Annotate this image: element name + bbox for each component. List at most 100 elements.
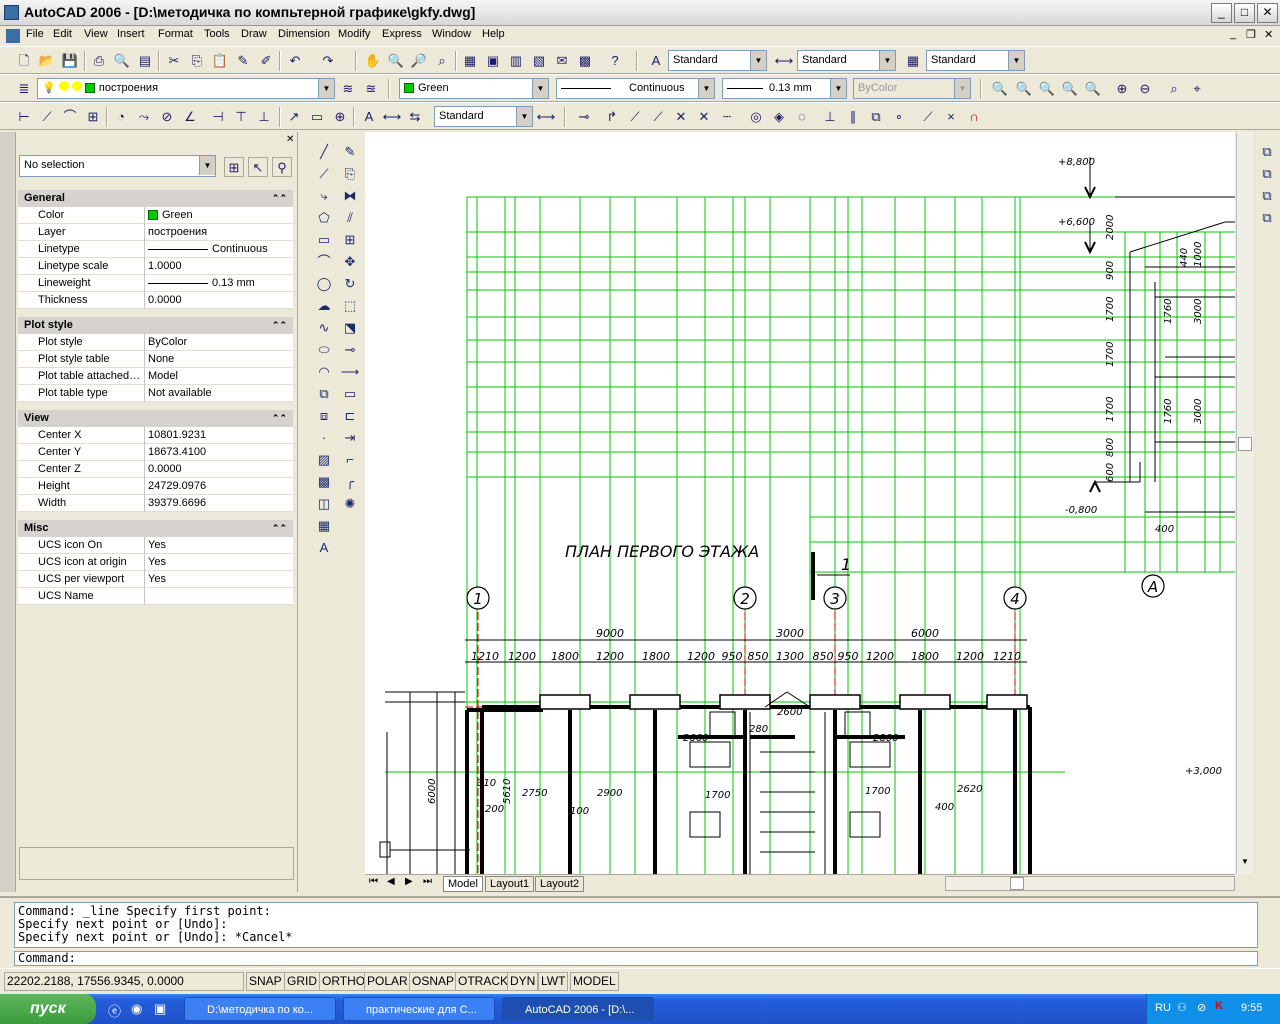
insert-block-icon[interactable]: ⧉	[313, 384, 335, 404]
prop-row[interactable]: Height 24729.0976	[18, 478, 293, 495]
linetype-select[interactable]: Continuous ▼	[556, 78, 715, 99]
design-center-icon[interactable]: ▣	[483, 51, 503, 71]
snap-nearest-icon[interactable]: ⟋	[918, 107, 938, 127]
zoom-all-icon[interactable]: ⌕	[1164, 79, 1184, 99]
mtext-icon[interactable]: A	[313, 538, 335, 558]
quick-select-icon[interactable]: ⚲	[272, 157, 292, 177]
tab-prev-icon[interactable]: ◀	[387, 876, 395, 887]
zoom-in-icon[interactable]: ⊕	[1112, 79, 1132, 99]
coordinates-display[interactable]: 22202.2188, 17556.9345, 0.0000	[4, 972, 244, 991]
pan-icon[interactable]: ✋	[363, 51, 383, 71]
snap-quadrant-icon[interactable]: ◈	[769, 107, 789, 127]
task-explorer[interactable]: D:\методичка по ко...	[184, 997, 336, 1021]
snap-toggle[interactable]: SNAP	[246, 972, 285, 991]
osnap-settings-icon[interactable]: ∩	[964, 107, 984, 127]
security-icon[interactable]: ⊘	[1197, 1001, 1206, 1014]
menu-view[interactable]: View	[84, 28, 108, 40]
table-style-select[interactable]: Standard ▼	[926, 50, 1025, 71]
prop-row[interactable]: Width 39379.6696	[18, 495, 293, 512]
palette-handle[interactable]	[0, 132, 16, 892]
menu-window[interactable]: Window	[432, 28, 471, 40]
tolerance-icon[interactable]: ▭	[307, 107, 327, 127]
prop-row[interactable]: Plot table type Not available	[18, 385, 293, 402]
dim-edit-icon[interactable]: A	[359, 107, 379, 127]
linear-dim-icon[interactable]: ⊢	[14, 107, 34, 127]
make-layer-current-icon[interactable]: ≋	[338, 79, 358, 99]
ie-icon[interactable]: ⓔ	[108, 1001, 121, 1020]
snap-perpendicular-icon[interactable]: ⊥	[820, 107, 840, 127]
command-input[interactable]: Command:	[14, 951, 1258, 966]
zoom-previous-icon[interactable]: ⌕	[432, 51, 452, 71]
horizontal-scrollbar[interactable]	[945, 876, 1235, 891]
language-indicator[interactable]: RU	[1155, 1002, 1171, 1014]
layer-select[interactable]: 💡 построения ▼	[37, 78, 335, 99]
zoom-object-icon[interactable]: 🔍	[1083, 79, 1103, 99]
zoom-out-icon[interactable]: ⊖	[1135, 79, 1155, 99]
section-misc[interactable]: Misc ⌃⌃	[18, 520, 293, 537]
paste-icon[interactable]: 📋	[210, 51, 230, 71]
section-plot-style[interactable]: Plot style ⌃⌃	[18, 317, 293, 334]
model-toggle[interactable]: MODEL	[570, 972, 619, 991]
center-mark-icon[interactable]: ⊕	[330, 107, 350, 127]
zoom-dynamic-icon[interactable]: 🔍	[1014, 79, 1034, 99]
snap-tangent-icon[interactable]: ◌	[792, 107, 812, 127]
undo-icon[interactable]: ↶	[285, 51, 305, 71]
circle-icon[interactable]: ◯	[313, 274, 335, 294]
move-icon[interactable]: ✥	[339, 252, 361, 272]
tab-model[interactable]: Model	[443, 876, 483, 892]
zoom-extents-icon[interactable]: ⌖	[1187, 79, 1207, 99]
selection-select[interactable]: No selection ▼	[19, 155, 216, 177]
ellipse-arc-icon[interactable]: ◠	[313, 362, 335, 382]
menu-tools[interactable]: Tools	[204, 28, 230, 40]
zoom-scale-icon[interactable]: 🔍	[1037, 79, 1057, 99]
dim-style-select[interactable]: Standard ▼	[797, 50, 896, 71]
dim-update-icon[interactable]: ⇆	[405, 107, 425, 127]
snap-intersection-icon[interactable]: ✕	[671, 107, 691, 127]
tab-next-icon[interactable]: ▶	[405, 876, 413, 887]
prop-row[interactable]: Center Y 18673.4100	[18, 444, 293, 461]
menu-edit[interactable]: Edit	[53, 28, 72, 40]
color-select[interactable]: Green ▼	[399, 78, 549, 99]
section-view[interactable]: View ⌃⌃	[18, 410, 293, 427]
ordinate-dim-icon[interactable]: ⊞	[83, 107, 103, 127]
tab-layout2[interactable]: Layout2	[535, 876, 585, 892]
jogged-dim-icon[interactable]: ⤳	[134, 107, 154, 127]
calculator-icon[interactable]: ▩	[575, 51, 595, 71]
layer-manager-icon[interactable]: ≣	[14, 79, 34, 99]
prop-row[interactable]: Plot style table None	[18, 351, 293, 368]
polygon-icon[interactable]: ⬠	[313, 208, 335, 228]
cut-icon[interactable]: ✂	[164, 51, 184, 71]
prop-row[interactable]: UCS Name	[18, 588, 293, 605]
network-icon[interactable]: ⚇	[1177, 1001, 1187, 1014]
help-icon[interactable]: ?	[605, 51, 625, 71]
hatch-icon[interactable]: ▨	[313, 450, 335, 470]
menu-dimension[interactable]: Dimension	[278, 28, 330, 40]
temp-track-icon[interactable]: ⊸	[574, 107, 594, 127]
osnap-toggle[interactable]: OSNAP	[409, 972, 458, 991]
tool-palettes-icon[interactable]: ▥	[506, 51, 526, 71]
gradient-icon[interactable]: ▩	[313, 472, 335, 492]
lineweight-select[interactable]: 0.13 mm ▼	[722, 78, 847, 99]
rectangle-icon[interactable]: ▭	[313, 230, 335, 250]
prop-row[interactable]: Color Green	[18, 207, 293, 224]
media-icon[interactable]: ◉	[131, 1001, 142, 1017]
scale-icon[interactable]: ⬚	[339, 296, 361, 316]
sheet-set-icon[interactable]: ▧	[529, 51, 549, 71]
autocad-app-icon[interactable]	[4, 5, 19, 20]
prop-row[interactable]: UCS icon On Yes	[18, 537, 293, 554]
extend-icon[interactable]: ⟶	[339, 362, 361, 382]
menu-modify[interactable]: Modify	[338, 28, 370, 40]
snap-apparent-icon[interactable]: ✕	[694, 107, 714, 127]
menu-file[interactable]: File	[26, 28, 44, 40]
snap-node-icon[interactable]: ∘	[889, 107, 909, 127]
doc-minimize-button[interactable]: _	[1230, 28, 1236, 40]
prop-row[interactable]: Linetype scale 1.0000	[18, 258, 293, 275]
palette-close-icon[interactable]: ✕	[286, 134, 294, 145]
diameter-dim-icon[interactable]: ⊘	[157, 107, 177, 127]
revcloud-icon[interactable]: ☁	[313, 296, 335, 316]
minimize-button[interactable]: _	[1211, 3, 1232, 23]
radius-dim-icon[interactable]: ◔	[111, 107, 131, 127]
text-style-select[interactable]: Standard ▼	[668, 50, 767, 71]
viewport-scale-icon[interactable]: ⧉	[1256, 208, 1278, 228]
polyline-icon[interactable]: ⤷	[313, 186, 335, 206]
